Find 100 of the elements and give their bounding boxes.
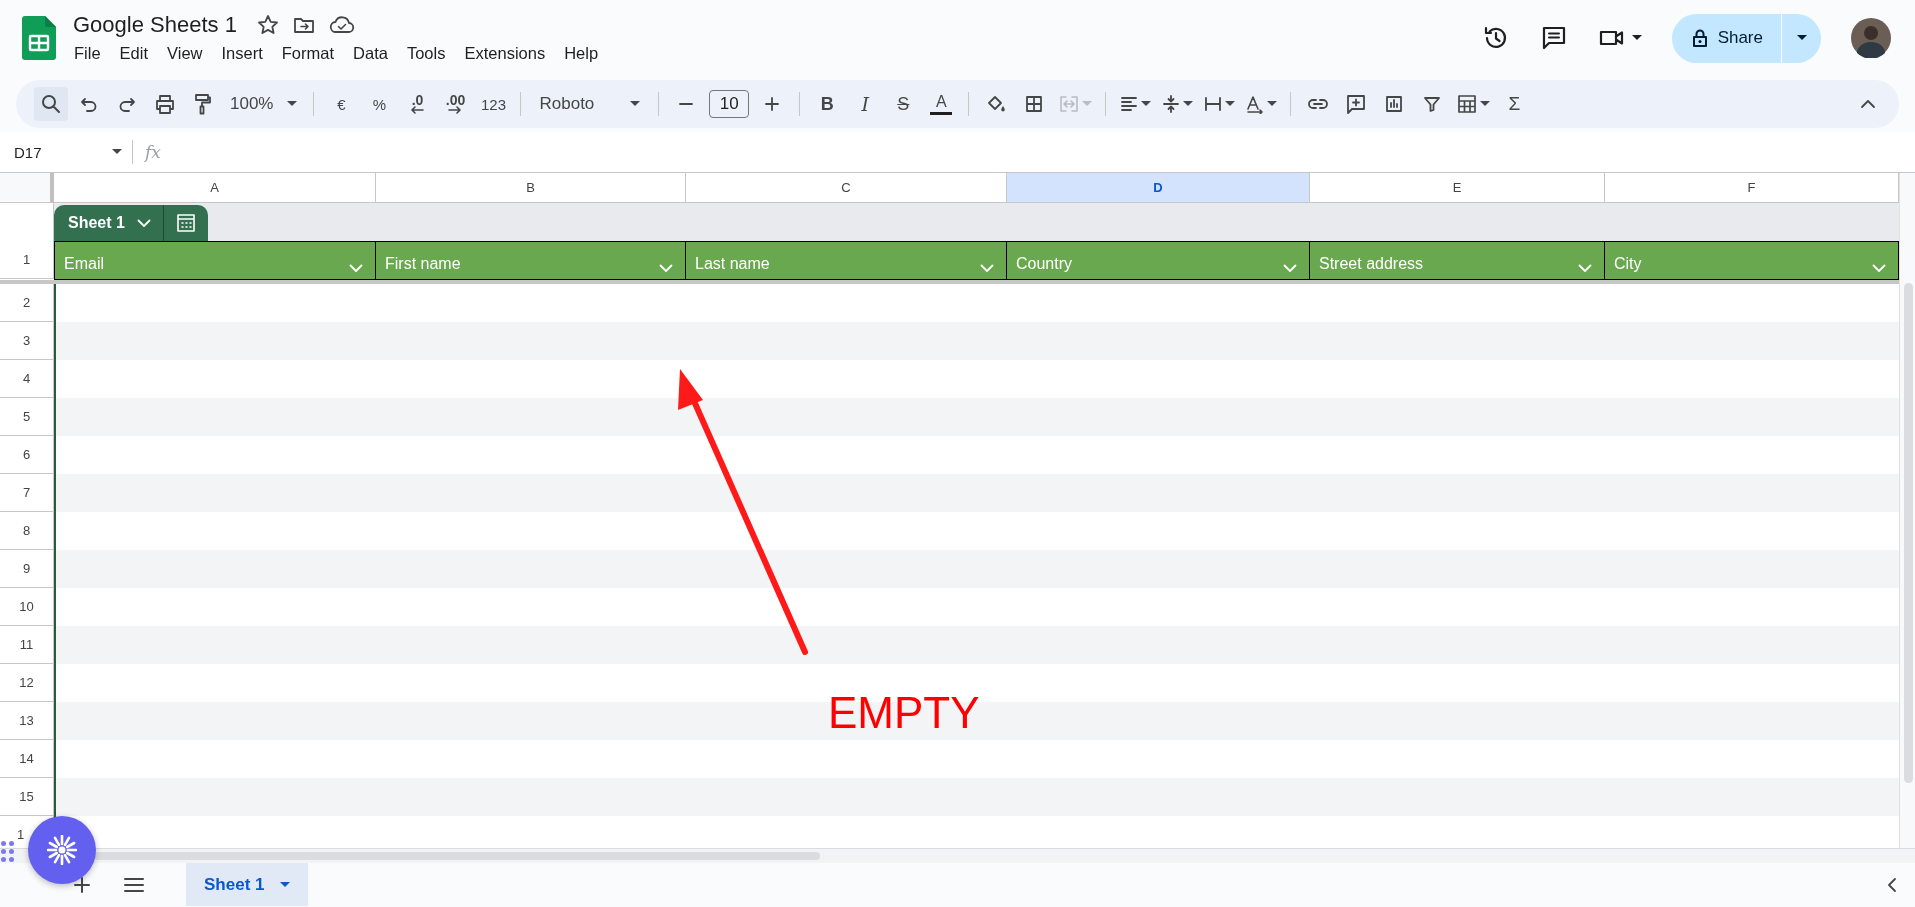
menu-item[interactable]: View [167, 41, 213, 65]
strikethrough-button[interactable]: S [886, 87, 921, 121]
chevron-icon [1578, 264, 1592, 273]
row-header[interactable]: 6 [0, 436, 54, 474]
row-header[interactable]: 2 [0, 284, 54, 322]
caret-icon [1631, 35, 1642, 41]
row-header[interactable]: 7 [0, 474, 54, 512]
arrow-icon [409, 106, 426, 114]
zoom-dropdown[interactable]: 100% [224, 87, 304, 121]
chevron-icon [659, 264, 673, 273]
row-header[interactable]: 3 [0, 322, 54, 360]
vertical-align-icon [1161, 94, 1182, 114]
row-header[interactable]: 5 [0, 398, 54, 436]
avatar-icon[interactable] [1851, 18, 1891, 58]
document-title[interactable]: Google Sheets 1 [73, 11, 237, 38]
annotation-label: EMPTY [828, 688, 980, 738]
menu-item[interactable]: Edit [119, 41, 159, 65]
star-icon[interactable] [256, 13, 279, 36]
paint-roller-icon [193, 93, 213, 115]
chevron-up-icon [1860, 99, 1876, 109]
sparkle-icon [47, 835, 77, 865]
row-header[interactable]: 10 [0, 588, 54, 626]
chevron-icon [980, 264, 994, 273]
row-header[interactable]: 4 [0, 360, 54, 398]
currency-button[interactable]: € [324, 87, 359, 121]
increase-decimal-button[interactable]: .00 [438, 87, 473, 121]
row-header[interactable]: 8 [0, 512, 54, 550]
column-header[interactable]: B [376, 173, 686, 203]
menu-icon[interactable] [124, 876, 144, 893]
sheet-tab[interactable]: Sheet 1 [186, 863, 309, 906]
printer-icon [154, 94, 176, 114]
percent-button[interactable]: % [362, 87, 397, 121]
caret-icon [112, 149, 122, 155]
sheets-logo-icon [22, 16, 56, 60]
row-header[interactable]: 15 [0, 778, 54, 816]
link-icon [1307, 97, 1330, 111]
align-left-icon [1119, 94, 1140, 114]
arrow-icon [447, 106, 464, 114]
search-icon [41, 94, 61, 114]
menu-item[interactable]: Format [281, 41, 345, 65]
caret-icon [1480, 101, 1491, 107]
chevron-icon [136, 218, 151, 228]
column-header[interactable]: D [1007, 173, 1310, 203]
caret-icon [1141, 101, 1152, 107]
menu-item[interactable]: Help [564, 41, 609, 65]
chevron-icon [1283, 264, 1297, 273]
functions-button[interactable]: Σ [1497, 87, 1532, 121]
menu-item[interactable]: Insert [221, 41, 273, 65]
menu-item[interactable]: Tools [406, 41, 456, 65]
minus-icon [679, 103, 694, 105]
caret-icon [630, 101, 641, 107]
column-header[interactable]: A [54, 173, 376, 203]
caret-icon [1796, 35, 1807, 41]
merge-icon [1058, 94, 1081, 114]
row-header[interactable]: 9 [0, 550, 54, 588]
chevron-left-icon[interactable] [1887, 876, 1897, 893]
search-button[interactable] [34, 87, 68, 121]
calculator-icon[interactable] [175, 213, 196, 233]
formula-label: fx [145, 142, 161, 162]
lock-icon [1691, 28, 1708, 48]
add-comment-icon [1345, 93, 1368, 115]
font-size-field[interactable]: 10 [709, 90, 750, 118]
menu-item[interactable]: Extensions [464, 41, 556, 65]
row-header[interactable]: 13 [0, 702, 54, 740]
chevron-icon [349, 264, 363, 273]
plus-icon [764, 96, 781, 112]
row-header[interactable]: 14 [0, 740, 54, 778]
horizontal-scrollbar[interactable] [94, 852, 820, 860]
row-header[interactable]: 1 [17, 827, 25, 842]
caret-icon [1183, 101, 1194, 107]
decrease-decimal-button[interactable]: .0 [400, 87, 435, 121]
chart-icon [1384, 94, 1405, 114]
menu-item[interactable]: Data [353, 41, 398, 65]
cloud-check-icon[interactable] [328, 14, 355, 35]
font-dropdown[interactable]: Roboto [531, 87, 649, 121]
row-header[interactable]: 12 [0, 664, 54, 702]
caret-icon [1082, 101, 1093, 107]
filter-icon [1422, 94, 1443, 114]
column-header[interactable]: E [1310, 173, 1605, 203]
bold-button[interactable]: B [810, 87, 845, 121]
caret-icon [287, 101, 298, 107]
name-box[interactable]: D17 [14, 140, 133, 164]
text-color-button[interactable]: A [924, 87, 959, 121]
caret-icon [1225, 101, 1236, 107]
italic-button[interactable]: I [848, 87, 883, 121]
chevron-icon [1872, 264, 1886, 273]
column-header[interactable]: C [686, 173, 1007, 203]
column-header[interactable]: F [1605, 173, 1899, 203]
drag-handle-icon[interactable] [1, 841, 14, 862]
wrap-icon [1203, 94, 1224, 114]
add-sheet-icon[interactable] [74, 876, 90, 893]
caret-icon [1267, 101, 1278, 107]
table-icon [1456, 93, 1479, 115]
menu-item[interactable]: File [74, 41, 111, 65]
row-header[interactable]: 11 [0, 626, 54, 664]
vertical-scrollbar[interactable] [1904, 283, 1913, 783]
number-format-button[interactable]: 123 [476, 87, 511, 121]
row-header[interactable]: 1 [0, 241, 54, 279]
rotation-icon [1245, 94, 1266, 114]
caret-icon [280, 881, 291, 888]
